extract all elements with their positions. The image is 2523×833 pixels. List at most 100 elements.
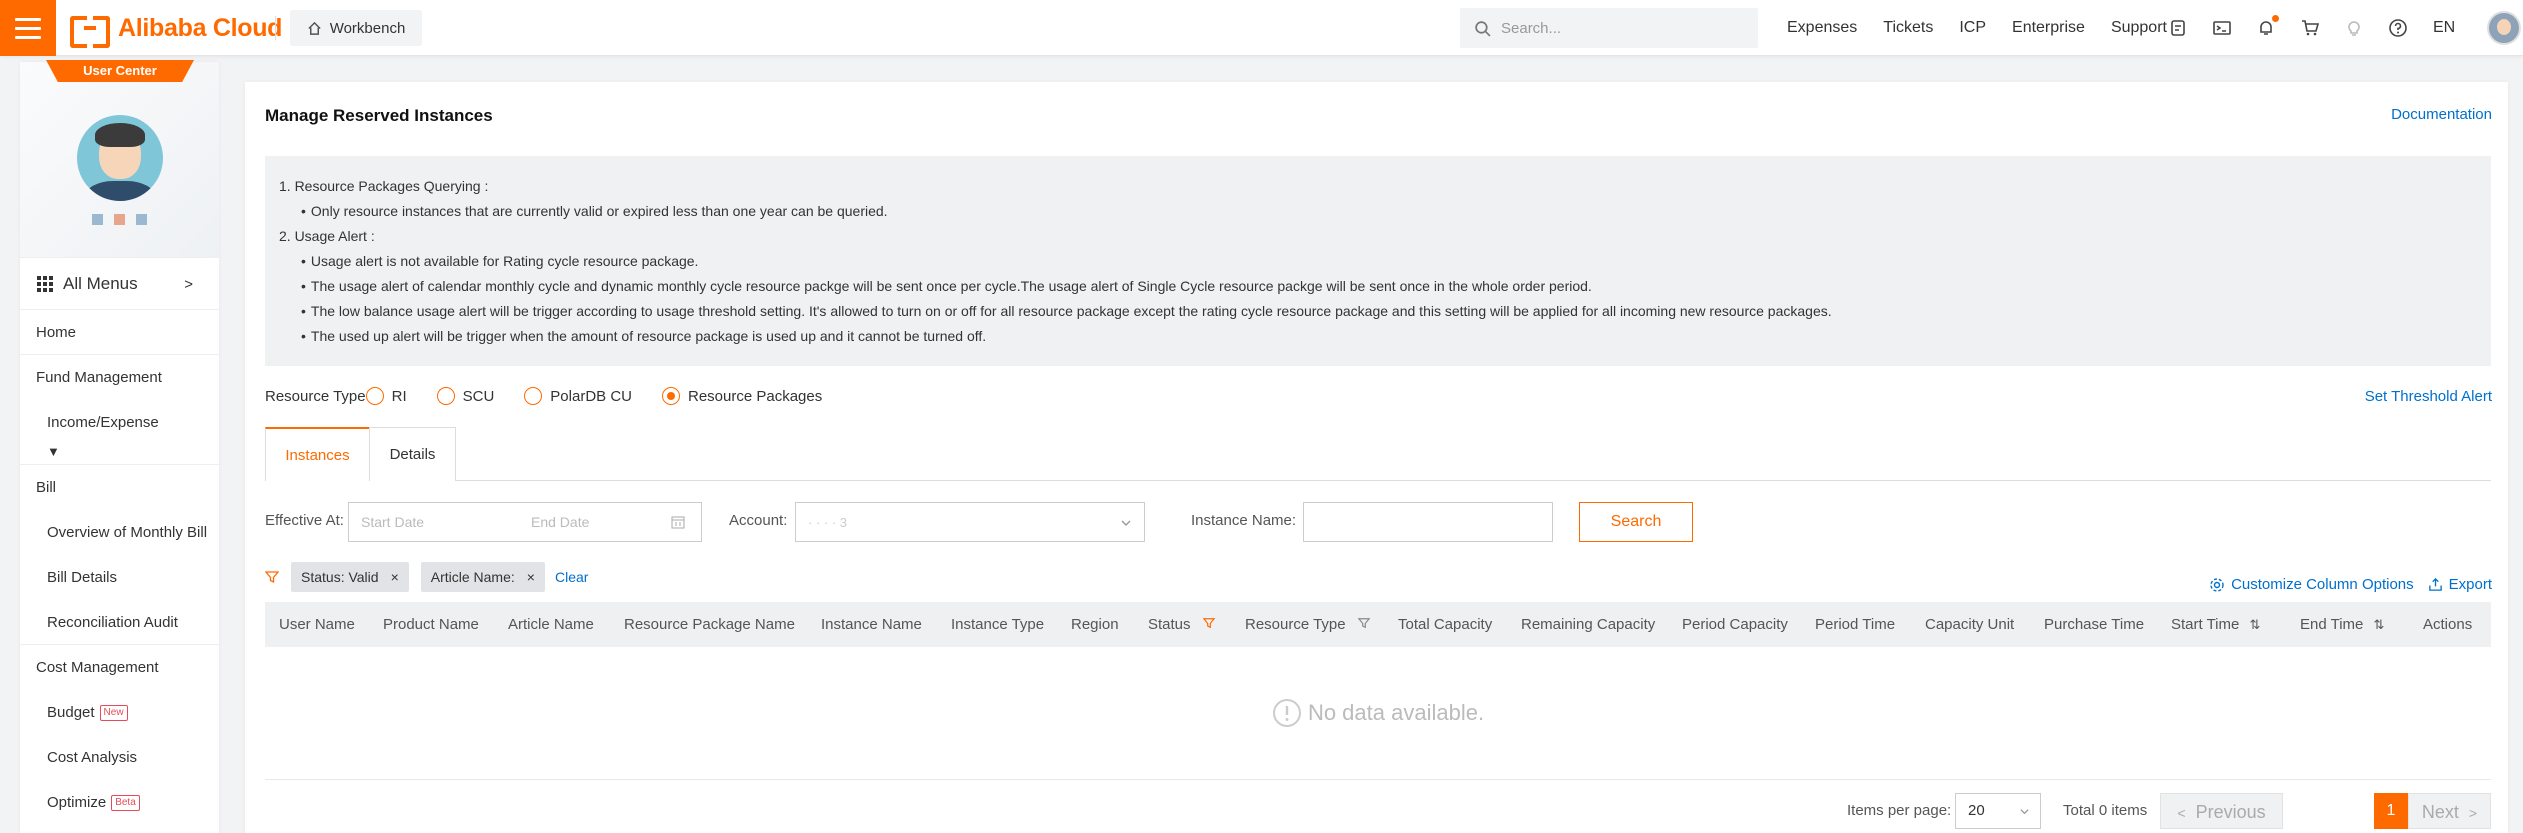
end-date-input[interactable]: End Date xyxy=(531,514,671,530)
all-menus-button[interactable]: All Menus > xyxy=(20,257,219,310)
sidebar-item-bill-details[interactable]: Bill Details xyxy=(20,555,219,600)
clear-filters-link[interactable]: Clear xyxy=(555,569,588,585)
chevron-right-icon: > xyxy=(2468,805,2478,821)
notice-item: Only resource instances that are current… xyxy=(279,199,2491,224)
account-select[interactable]: · · · · 3 xyxy=(795,502,1145,542)
radio-circle xyxy=(365,387,384,405)
expenses-link[interactable]: Expenses xyxy=(1787,19,1857,37)
chevron-down-icon xyxy=(1121,520,1131,526)
column-header[interactable]: Period Capacity xyxy=(1682,602,1788,647)
table-actions: Customize Column Options Export xyxy=(2209,576,2492,593)
level-dot xyxy=(92,214,103,225)
language-switch[interactable]: EN xyxy=(2433,0,2455,56)
alibaba-cloud-logo[interactable]: Alibaba Cloud xyxy=(70,12,282,48)
close-icon[interactable]: × xyxy=(527,569,535,585)
main-content-card: Manage Reserved Instances Documentation … xyxy=(245,82,2508,833)
items-per-page-select[interactable]: 20 xyxy=(1955,793,2041,829)
notice-item: Usage alert is not available for Rating … xyxy=(279,249,2491,274)
sidebar-item-budget[interactable]: Budget New xyxy=(20,690,219,735)
documentation-link[interactable]: Documentation xyxy=(2391,106,2492,123)
column-header[interactable]: Capacity Unit xyxy=(1925,602,2014,647)
previous-page-button[interactable]: < Previous xyxy=(2160,793,2283,829)
column-header[interactable]: Purchase Time xyxy=(2044,602,2144,647)
filter-icon[interactable] xyxy=(1202,617,1216,629)
sort-icon[interactable]: ⇅ xyxy=(2250,617,2261,632)
page-title: Manage Reserved Instances xyxy=(265,106,493,125)
next-page-button[interactable]: Next > xyxy=(2408,793,2491,829)
top-navigation-bar: Alibaba Cloud Workbench Search... Expens… xyxy=(0,0,2523,56)
sidebar-menu: Home Fund Management Income/Expense ▼ Bi… xyxy=(20,310,219,825)
sidebar-item-bill[interactable]: Bill xyxy=(20,465,219,510)
notice-item: The low balance usage alert will be trig… xyxy=(279,299,2491,324)
icp-link[interactable]: ICP xyxy=(1959,19,1986,37)
expand-caret-down-icon[interactable]: ▼ xyxy=(20,445,219,465)
sidebar-item-optimize[interactable]: Optimize Beta xyxy=(20,780,219,825)
pagination: Items per page: 20 Total 0 items < Previo… xyxy=(1245,791,2491,831)
grid-icon xyxy=(37,275,53,292)
sidebar-item-home[interactable]: Home xyxy=(20,310,219,355)
export-button[interactable]: Export xyxy=(2428,576,2492,593)
next-label: Next xyxy=(2421,802,2459,822)
global-search-input[interactable]: Search... xyxy=(1460,8,1758,48)
column-header[interactable]: Resource Package Name xyxy=(624,602,795,647)
column-header[interactable]: User Name xyxy=(279,602,355,647)
user-avatar[interactable] xyxy=(2487,11,2521,45)
customize-columns-button[interactable]: Customize Column Options xyxy=(2209,576,2414,593)
account-value: · · · · 3 xyxy=(808,514,847,530)
effective-date-range-picker[interactable]: Start Date End Date xyxy=(348,502,702,542)
close-icon[interactable]: × xyxy=(391,569,399,585)
column-header[interactable]: Total Capacity xyxy=(1398,602,1492,647)
lightbulb-icon[interactable] xyxy=(2343,17,2365,39)
column-header-resource-type[interactable]: Resource Type xyxy=(1245,602,1371,647)
help-icon[interactable] xyxy=(2387,17,2409,39)
tab-instances[interactable]: Instances xyxy=(265,427,370,481)
instance-name-input[interactable] xyxy=(1303,502,1553,542)
enterprise-link[interactable]: Enterprise xyxy=(2012,19,2085,37)
column-header-start-time[interactable]: Start Time ⇅ xyxy=(2171,602,2260,647)
cloud-assistant-icon[interactable] xyxy=(2167,17,2189,39)
cart-icon[interactable] xyxy=(2299,17,2321,39)
sidebar-item-overview-monthly-bill[interactable]: Overview of Monthly Bill xyxy=(20,510,219,555)
chevron-left-icon: < xyxy=(2177,805,2186,821)
sidebar: User Center All Menus > Home Fund Manage… xyxy=(20,60,219,833)
workbench-button[interactable]: Workbench xyxy=(290,10,422,46)
set-threshold-alert-link[interactable]: Set Threshold Alert xyxy=(2365,388,2492,405)
sidebar-item-fund-management[interactable]: Fund Management xyxy=(20,355,219,400)
radio-resource-packages[interactable]: Resource Packages xyxy=(661,387,822,405)
column-header[interactable]: Instance Type xyxy=(951,602,1044,647)
radio-scu[interactable]: SCU xyxy=(436,387,494,405)
column-header[interactable]: Article Name xyxy=(508,602,594,647)
sidebar-item-cost-analysis[interactable]: Cost Analysis xyxy=(20,735,219,780)
terminal-icon[interactable] xyxy=(2211,17,2233,39)
radio-polardb-cu[interactable]: PolarDB CU xyxy=(524,387,632,405)
user-center-tab[interactable]: User Center xyxy=(46,60,194,82)
column-header[interactable]: Instance Name xyxy=(821,602,922,647)
tickets-link[interactable]: Tickets xyxy=(1883,19,1933,37)
column-header[interactable]: Remaining Capacity xyxy=(1521,602,1655,647)
search-button[interactable]: Search xyxy=(1579,502,1693,542)
hamburger-menu-icon[interactable] xyxy=(0,0,56,56)
profile-avatar[interactable] xyxy=(77,115,163,201)
notification-bell-icon[interactable] xyxy=(2255,15,2279,39)
gear-icon xyxy=(2210,577,2224,592)
column-header-status[interactable]: Status xyxy=(1148,602,1216,647)
column-header-end-time[interactable]: End Time ⇅ xyxy=(2300,602,2384,647)
column-header[interactable]: Product Name xyxy=(383,602,479,647)
page-number-current[interactable]: 1 xyxy=(2374,793,2408,829)
sidebar-item-reconciliation-audit[interactable]: Reconciliation Audit xyxy=(20,600,219,645)
tab-details[interactable]: Details xyxy=(369,427,456,481)
sidebar-item-cost-management[interactable]: Cost Management xyxy=(20,645,219,690)
start-date-input[interactable]: Start Date xyxy=(361,514,531,530)
radio-ri[interactable]: RI xyxy=(365,387,407,405)
new-badge: New xyxy=(99,705,128,722)
budget-label: Budget xyxy=(47,704,95,721)
notice-heading-usage-alert: 2. Usage Alert : xyxy=(279,228,375,244)
column-header[interactable]: Region xyxy=(1071,602,1119,647)
tag-label: Article Name: xyxy=(430,569,515,585)
column-header[interactable]: Period Time xyxy=(1815,602,1895,647)
sort-icon[interactable]: ⇅ xyxy=(2374,617,2385,632)
filter-tag-status: Status: Valid × xyxy=(291,562,409,592)
sidebar-item-income-expense[interactable]: Income/Expense xyxy=(20,400,219,445)
support-link[interactable]: Support xyxy=(2111,19,2167,37)
filter-icon[interactable] xyxy=(1357,617,1371,629)
